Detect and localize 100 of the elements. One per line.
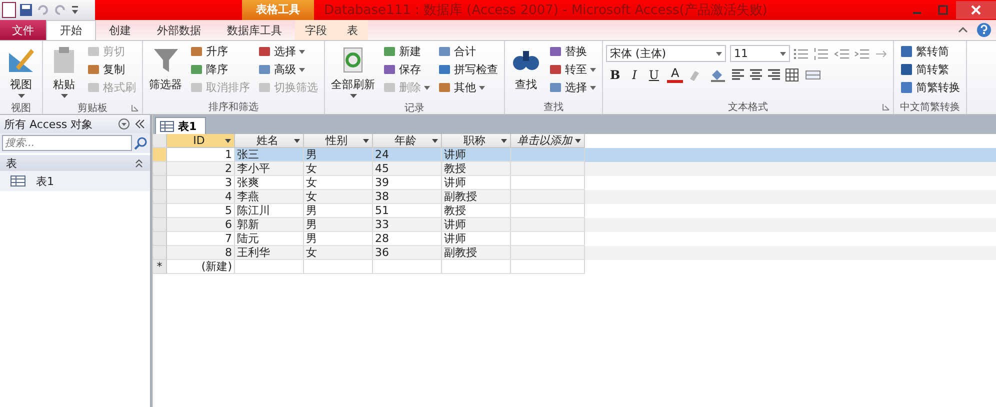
bullet-list-icon[interactable] — [794, 46, 810, 60]
ribbon-button[interactable]: 繁转简 — [897, 43, 963, 60]
align-right-icon[interactable] — [767, 68, 782, 82]
ribbon-button[interactable]: 选择 — [546, 79, 599, 96]
ribbon-button[interactable]: 拼写检查 — [435, 61, 501, 78]
ribbon-tab[interactable]: 数据库工具 — [214, 20, 295, 40]
table-cell: 女 — [304, 162, 373, 176]
column-header[interactable]: 职称 — [442, 134, 511, 148]
dropdown-arrow-icon — [501, 138, 507, 142]
table-cell: 33 — [373, 218, 442, 232]
dropdown-arrow-icon — [299, 50, 305, 54]
collapse-pane-icon[interactable] — [134, 118, 146, 130]
new-record-marker: * — [153, 260, 167, 274]
dialog-launcher-icon[interactable] — [882, 103, 890, 111]
table-cell: 女 — [304, 246, 373, 260]
ribbon-tab[interactable]: 创建 — [96, 20, 144, 40]
ribbon-button[interactable]: 保存 — [380, 61, 433, 78]
dropdown-arrow-icon — [363, 138, 369, 142]
table-cell: 王利华 — [235, 246, 304, 260]
ribbon-button[interactable]: 选择 — [255, 43, 321, 60]
ribbon-button[interactable]: 全部刷新 — [328, 43, 378, 101]
group-label: 记录 — [404, 102, 424, 115]
gridlines-icon[interactable] — [785, 68, 802, 82]
dropdown-arrow-icon — [294, 138, 300, 142]
bold-button[interactable]: B — [606, 68, 624, 82]
table-cell: 36 — [373, 246, 442, 260]
dialog-launcher-icon[interactable] — [131, 104, 139, 112]
ribbon-button[interactable]: 复制 — [84, 61, 139, 78]
table-cell: 男 — [304, 218, 373, 232]
group-label: 排序和筛选 — [208, 100, 258, 114]
dropdown-arrow-icon — [780, 52, 786, 56]
ribbon-tab[interactable]: 表 — [337, 20, 368, 40]
column-header[interactable]: 年龄 — [373, 134, 442, 148]
ribbon-button[interactable]: 简繁转换 — [897, 79, 963, 96]
font-size-dropdown[interactable]: 11 — [730, 45, 790, 62]
ribbon-button[interactable]: 筛选器 — [146, 43, 185, 100]
column-header[interactable]: 性别 — [304, 134, 373, 148]
numbered-list-icon[interactable] — [814, 46, 830, 60]
underline-button[interactable]: U — [644, 68, 664, 82]
italic-button[interactable]: I — [628, 68, 641, 82]
ribbon-tab[interactable]: 外部数据 — [144, 20, 214, 40]
close-icon[interactable] — [956, 1, 996, 19]
column-header[interactable]: 单击以添加 — [511, 134, 585, 148]
column-header[interactable]: 姓名 — [235, 134, 304, 148]
align-left-icon[interactable] — [731, 68, 746, 82]
dropdown-arrow-icon — [350, 94, 356, 99]
group-label: 文本格式 — [728, 100, 768, 114]
table-cell: 教授 — [442, 162, 511, 176]
table-cell — [442, 260, 511, 274]
dropdown-arrow-icon — [590, 86, 596, 90]
ribbon-button[interactable]: 简转繁 — [897, 61, 963, 78]
window-title: Database111 : 数据库 (Access 2007) - Microsoft Access(产品激活失败) — [324, 2, 768, 19]
dropdown-arrow-icon — [432, 138, 438, 142]
ribbon-button[interactable]: 查找 — [508, 43, 544, 100]
table-cell: 讲师 — [442, 218, 511, 232]
decrease-indent-icon[interactable] — [834, 46, 850, 60]
ribbon-button[interactable]: 降序 — [187, 61, 253, 78]
ribbon-button[interactable]: 升序 — [187, 43, 253, 60]
ribbon-tab[interactable]: 字段 — [295, 20, 337, 40]
dropdown-arrow-icon — [225, 138, 231, 142]
help-icon[interactable] — [976, 22, 992, 38]
ribbon-tab[interactable]: 开始 — [46, 20, 96, 40]
dropdown-arrow-icon — [479, 86, 485, 90]
ribbon-tab[interactable]: 文件 — [0, 20, 46, 40]
table-cell: 李小平 — [235, 162, 304, 176]
group-header[interactable]: 表 — [0, 155, 150, 171]
table-cell: 女 — [304, 190, 373, 204]
dropdown-arrow-icon — [590, 68, 596, 72]
dropdown-arrow-icon — [18, 94, 24, 99]
document-tab[interactable]: 表1 — [155, 117, 206, 134]
ribbon-button[interactable]: 替换 — [546, 43, 599, 60]
save-icon[interactable] — [19, 3, 33, 17]
ribbon-button[interactable]: 新建 — [380, 43, 433, 60]
dropdown-arrow-icon — [424, 86, 430, 90]
row-color-icon[interactable] — [805, 68, 824, 82]
dropdown-arrow-icon — [575, 138, 581, 142]
table-item[interactable]: 表1 — [0, 171, 150, 191]
font-color-button[interactable]: A — [667, 66, 684, 83]
ribbon-button[interactable]: 转至 — [546, 61, 599, 78]
ribbon-button[interactable]: 合计 — [435, 43, 501, 60]
paint-bucket-icon[interactable] — [709, 68, 728, 82]
search-icon[interactable] — [134, 136, 148, 150]
table-cell — [373, 260, 442, 274]
ribbon-button[interactable]: 视图 — [3, 43, 39, 101]
align-center-icon[interactable] — [749, 68, 764, 82]
app-icon[interactable] — [2, 2, 16, 18]
search-field[interactable]: 搜索... — [2, 135, 132, 151]
table-cell: (新建) — [167, 260, 235, 274]
table-cell: 副教授 — [442, 190, 511, 204]
dropdown-circle-icon[interactable] — [118, 118, 130, 130]
font-dropdown[interactable]: 宋体 (主体) — [606, 45, 726, 62]
ribbon-button[interactable]: 高级 — [255, 61, 321, 78]
ribbon-button[interactable]: 其他 — [435, 79, 501, 96]
table-cell: 45 — [373, 162, 442, 176]
increase-indent-icon[interactable] — [854, 46, 870, 60]
table-icon — [10, 175, 26, 187]
column-header[interactable]: ID — [167, 134, 235, 148]
contextual-tab-label: 表格工具 — [242, 0, 314, 20]
group-label: 中文简繁转换 — [900, 100, 960, 114]
ribbon-button[interactable]: 粘贴 — [46, 43, 82, 101]
